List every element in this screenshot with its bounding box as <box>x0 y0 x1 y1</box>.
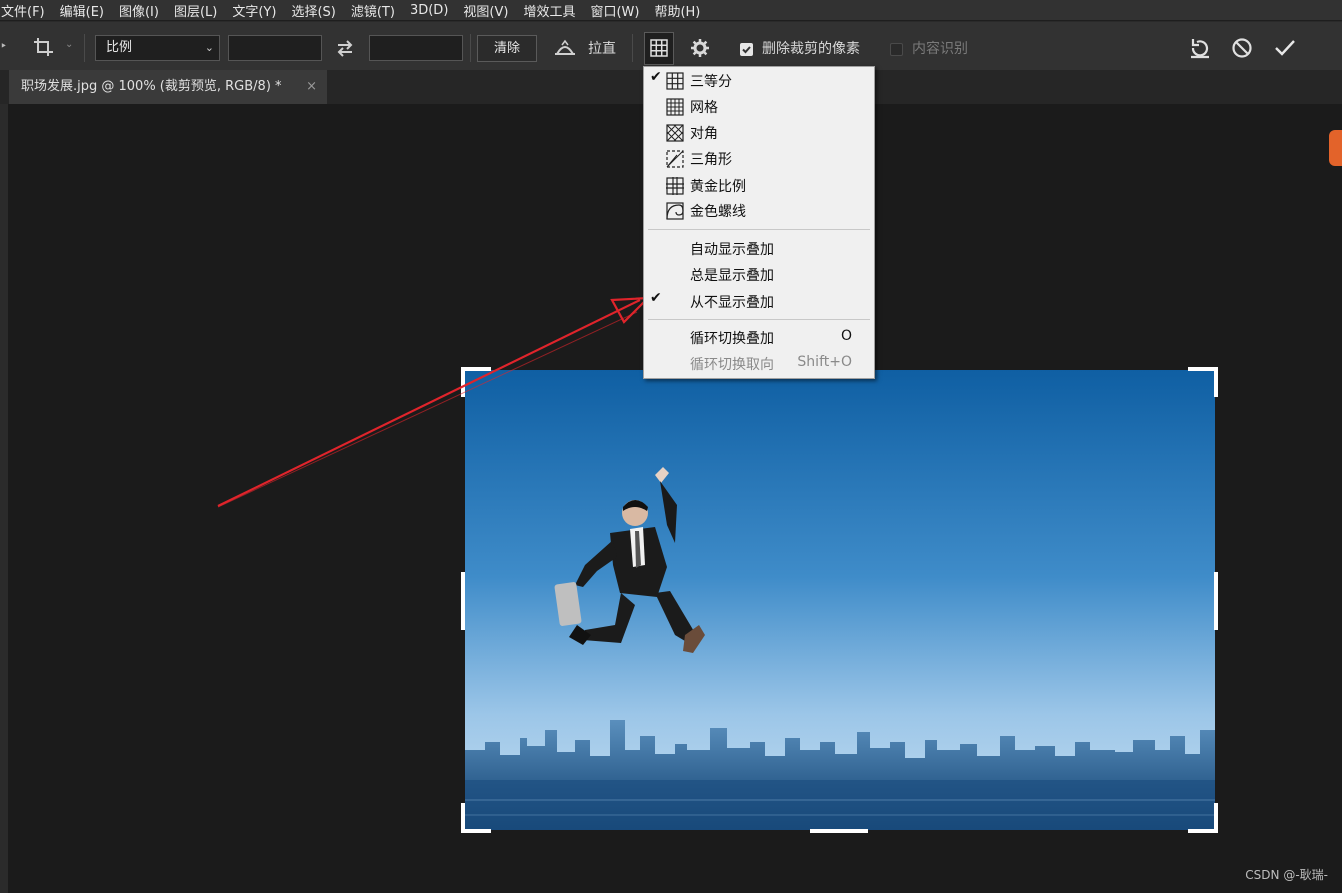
menu-separator <box>648 229 870 230</box>
shortcut-label: O <box>840 328 852 344</box>
shortcut-label: Shift+O <box>797 354 852 370</box>
golden-ratio-icon <box>666 177 684 195</box>
menu-item-label: 黄金比例 <box>690 179 746 195</box>
menu-item-label: 三角形 <box>690 152 732 168</box>
triangle-icon <box>666 150 684 168</box>
menu-item-label: 对角 <box>690 126 718 142</box>
menu-item-label: 从不显示叠加 <box>690 295 774 311</box>
checkmark-icon: ✔ <box>650 69 662 85</box>
rule-of-thirds-icon <box>666 72 684 90</box>
menu-item-label: 三等分 <box>690 74 732 90</box>
menu-item-label: 总是显示叠加 <box>690 268 774 284</box>
menu-item-label: 金色螺线 <box>690 204 746 220</box>
menu-item-label: 循环切换取向 <box>690 357 774 373</box>
grid-icon <box>666 98 684 116</box>
diagonal-icon <box>666 124 684 142</box>
menu-item-auto-show-overlay[interactable]: 自动显示叠加 <box>644 236 874 261</box>
golden-spiral-icon <box>666 202 684 220</box>
menu-item-cycle-orientation: 循环切换取向 Shift+O <box>644 351 874 376</box>
menu-item-never-show-overlay[interactable]: ✔ 从不显示叠加 <box>644 289 874 314</box>
checkmark-icon: ✔ <box>650 290 662 306</box>
menu-item-cycle-overlay[interactable]: 循环切换叠加 O <box>644 325 874 350</box>
menu-item-label: 网格 <box>690 100 718 116</box>
watermark: CSDN @-耿瑞- <box>1245 868 1328 882</box>
menu-item-golden-spiral[interactable]: 金色螺线 <box>644 198 874 223</box>
menu-item-triangle[interactable]: 三角形 <box>644 146 874 171</box>
menu-item-rule-of-thirds[interactable]: ✔ 三等分 <box>644 68 874 93</box>
menu-item-diagonal[interactable]: 对角 <box>644 120 874 145</box>
menu-item-grid[interactable]: 网格 <box>644 94 874 119</box>
menu-item-golden-ratio[interactable]: 黄金比例 <box>644 173 874 198</box>
menu-item-label: 自动显示叠加 <box>690 242 774 258</box>
menu-item-label: 循环切换叠加 <box>690 331 774 347</box>
overlay-options-menu: ✔ 三等分 网格 对角 三角形 黄金比例 金色螺线 自动显示叠加 总是显示叠加 … <box>643 66 875 379</box>
menu-separator <box>648 319 870 320</box>
menu-item-always-show-overlay[interactable]: 总是显示叠加 <box>644 262 874 287</box>
